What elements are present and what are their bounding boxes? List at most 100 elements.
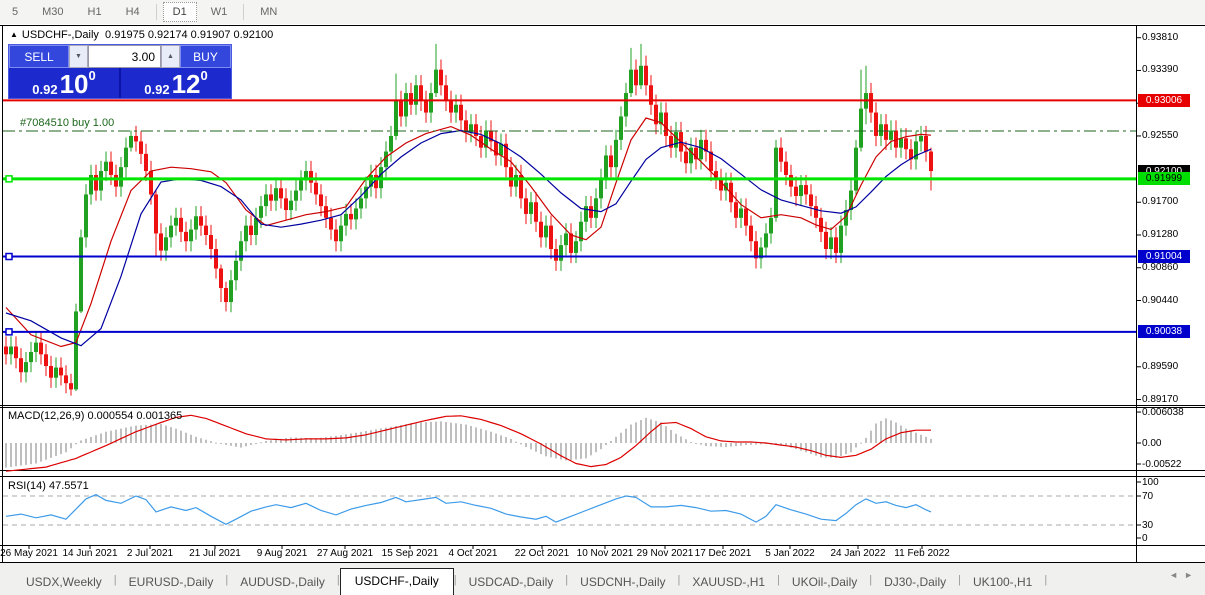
ma-blue-line [5, 129, 932, 347]
rsi-tick-label: 30 [1142, 520, 1154, 531]
macd-tick-label: 0.00 [1142, 438, 1162, 449]
window-border-left [2, 25, 3, 562]
tab-audusd-daily[interactable]: AUDUSD-,Daily [228, 571, 337, 595]
buy-button[interactable]: BUY [180, 45, 231, 68]
rsi-series [3, 493, 1136, 526]
price-tick-label: 0.89170 [1142, 393, 1179, 405]
tab-ukoil-daily[interactable]: UKOil-,Daily [780, 571, 869, 595]
volume-increase-button[interactable]: ▲ [161, 45, 180, 68]
date-label: 11 Feb 2022 [894, 548, 950, 559]
macd-label: MACD(12,26,9) 0.000554 0.001365 [8, 410, 183, 422]
price-tick-label: 0.90440 [1142, 294, 1179, 306]
macd-tick-label: 0.006038 [1142, 407, 1184, 419]
price-tick-label: 0.90860 [1142, 261, 1179, 273]
pane-separator-1[interactable] [0, 405, 1205, 406]
support-line-green[interactable] [3, 175, 1136, 183]
macd-pane-border-bottom [0, 470, 1205, 471]
date-label: 2 Jul 2021 [126, 548, 174, 559]
chart-tab-bar: USDX,Weekly | EURUSD-,Daily | AUDUSD-,Daily |… [0, 563, 1205, 595]
trading-app-window: 5 M30 H1 H4 D1 W1 MN ▲ USDCHF-,Daily 0.91975 0.… [0, 0, 1205, 595]
date-label: 17 Dec 2021 [694, 548, 752, 559]
buy-price-main: 0.92 [144, 82, 170, 97]
price-axis-separator [1136, 25, 1137, 562]
ohlc-values: 0.91975 0.92174 0.91907 0.92100 [105, 29, 274, 41]
sell-price-main: 0.92 [32, 82, 58, 97]
window-border-top [0, 25, 1205, 26]
date-label: 9 Aug 2021 [256, 548, 308, 559]
date-label: 29 Nov 2021 [636, 548, 694, 559]
tab-separator: | [1044, 574, 1048, 586]
scroll-right-icon[interactable]: ► [1184, 570, 1199, 580]
support-line-blue-2[interactable] [3, 328, 1136, 336]
buy-price-point: 0 [200, 68, 208, 83]
rsi-tick-label: 70 [1142, 491, 1154, 502]
price-badge-0.91004: 0.91004 [1138, 250, 1190, 264]
chevron-down-icon: ▼ [75, 53, 82, 60]
price-tick-label: 0.93810 [1142, 31, 1179, 43]
rsi-label: RSI(14) 47.5571 [8, 480, 89, 492]
date-label: 10 Nov 2021 [576, 548, 634, 559]
volume-input[interactable]: 3.00 [88, 45, 161, 68]
toolbar-separator [243, 4, 245, 20]
rsi-tick-label: 100 [1142, 477, 1159, 488]
tab-usdchf-daily[interactable]: USDCHF-,Daily [339, 568, 454, 595]
price-badge-0.91999: 0.91999 [1138, 172, 1190, 186]
date-label: 4 Oct 2021 [448, 548, 498, 559]
date-label: 24 Jan 2022 [830, 548, 886, 559]
chart-title: ▲ USDCHF-,Daily 0.91975 0.92174 0.91907 0… [10, 29, 273, 41]
volume-decrease-button[interactable]: ▼ [69, 45, 88, 68]
timeframe-toolbar: 5 M30 H1 H4 D1 W1 MN [0, 0, 1205, 24]
sell-price-display[interactable]: 0.92 10 0 [9, 68, 121, 98]
date-label: 5 Jan 2022 [765, 548, 815, 559]
date-label: 15 Sep 2021 [381, 548, 439, 559]
price-tick-label: 0.91280 [1142, 228, 1179, 240]
toolbar-separator [155, 4, 157, 20]
timeframe-button-5[interactable]: 5 [2, 2, 28, 22]
buy-price-pips: 12 [171, 69, 201, 99]
chevron-up-icon: ▲ [167, 53, 174, 60]
price-tick-label: 0.89590 [1142, 360, 1179, 372]
date-label: 14 Jun 2021 [62, 548, 118, 559]
price-tick-label: 0.91700 [1142, 196, 1179, 208]
date-label: 22 Oct 2021 [514, 548, 570, 559]
open-order-label: #7084510 buy 1.00 [20, 117, 115, 129]
scroll-left-icon[interactable]: ◄ [1169, 570, 1184, 580]
price-badge-0.90038: 0.90038 [1138, 325, 1190, 339]
ma-red-line [5, 117, 932, 348]
tab-dj30-daily[interactable]: DJ30-,Daily [872, 571, 958, 595]
collapse-icon[interactable]: ▲ [10, 30, 18, 39]
timeframe-button-m30[interactable]: M30 [32, 2, 73, 22]
tab-scroll-arrows[interactable]: ◄► [1169, 570, 1199, 580]
macd-series [5, 414, 932, 472]
date-label: 27 Aug 2021 [316, 548, 374, 559]
one-click-trade-panel: SELL ▼ 3.00 ▲ BUY 0.92 10 0 0.92 12 0 [8, 44, 232, 99]
tab-usdcnh-daily[interactable]: USDCNH-,Daily [568, 571, 677, 595]
symbol-label: USDCHF-,Daily [21, 29, 99, 41]
price-badge-0.93006: 0.93006 [1138, 93, 1190, 107]
price-tick-label: 0.93390 [1142, 64, 1179, 76]
sell-price-point: 0 [88, 68, 96, 83]
tab-eurusd-daily[interactable]: EURUSD-,Daily [117, 571, 226, 595]
price-tick-label: 0.92550 [1142, 129, 1179, 141]
timeframe-button-w1[interactable]: W1 [201, 2, 238, 22]
rsi-tick-label: 0 [1142, 533, 1148, 544]
tab-usdx-weekly[interactable]: USDX,Weekly [14, 571, 114, 595]
chart-tabs: USDX,Weekly | EURUSD-,Daily | AUDUSD-,Daily |… [14, 568, 1048, 595]
sell-price-pips: 10 [59, 69, 89, 99]
rsi-pane-border-top[interactable] [0, 476, 1205, 477]
buy-price-display[interactable]: 0.92 12 0 [121, 68, 231, 98]
tab-uk100-h1[interactable]: UK100-,H1 [961, 571, 1044, 595]
timeframe-button-mn[interactable]: MN [250, 2, 287, 22]
timeframe-button-h1[interactable]: H1 [78, 2, 112, 22]
support-line-blue-1[interactable] [3, 252, 1136, 261]
date-label: 26 May 2021 [0, 548, 58, 559]
rsi-pane-border-bottom [0, 545, 1205, 546]
sell-button[interactable]: SELL [9, 45, 69, 68]
tab-xauusd-h1[interactable]: XAUUSD-,H1 [680, 571, 777, 595]
timeframe-button-d1[interactable]: D1 [162, 2, 197, 22]
macd-pane-border-top [0, 407, 1205, 408]
date-label: 21 Jul 2021 [189, 548, 241, 559]
timeframe-button-h4[interactable]: H4 [116, 2, 150, 22]
macd-tick-label: -0.00522 [1142, 459, 1182, 470]
tab-usdcad-daily[interactable]: USDCAD-,Daily [457, 571, 566, 595]
